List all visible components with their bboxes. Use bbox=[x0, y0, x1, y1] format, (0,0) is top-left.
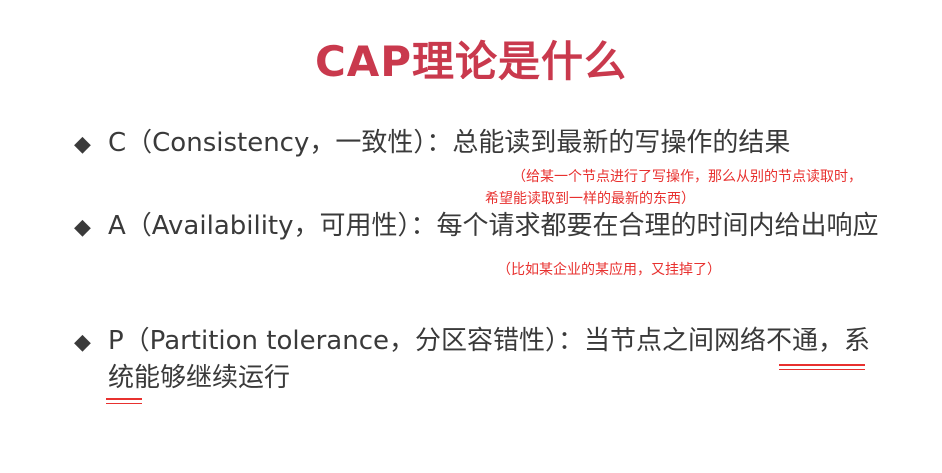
underline-mark bbox=[106, 398, 142, 404]
consistency-annotation: （给某一个节点进行了写操作，那么从别的节点读取时， 希望能读取到一样的最新的东西… bbox=[485, 166, 862, 210]
slide: CAP理论是什么 ◆ C（Consistency，一致性）：总能读到最新的写操作… bbox=[0, 0, 942, 473]
bullet-partition-text: P（Partition tolerance，分区容错性）：当节点之间网络不通，系… bbox=[108, 326, 871, 393]
diamond-bullet-icon: ◆ bbox=[74, 132, 91, 157]
diamond-bullet-icon: ◆ bbox=[74, 330, 91, 355]
bullet-availability-text: A（Availability，可用性）：每个请求都要在合理的时间内给出响应 bbox=[108, 211, 879, 241]
consistency-annotation-line2: 希望能读取到一样的最新的东西） bbox=[485, 191, 695, 207]
underline-mark bbox=[779, 364, 865, 370]
bullet-consistency-text: C（Consistency，一致性）：总能读到最新的写操作的结果 bbox=[108, 128, 791, 158]
slide-title: CAP理论是什么 bbox=[314, 37, 628, 86]
diamond-bullet-icon: ◆ bbox=[74, 215, 91, 240]
consistency-annotation-line1: （给某一个节点进行了写操作，那么从别的节点读取时， bbox=[512, 169, 862, 185]
availability-annotation: （比如某企业的某应用，又挂掉了） bbox=[497, 262, 721, 278]
